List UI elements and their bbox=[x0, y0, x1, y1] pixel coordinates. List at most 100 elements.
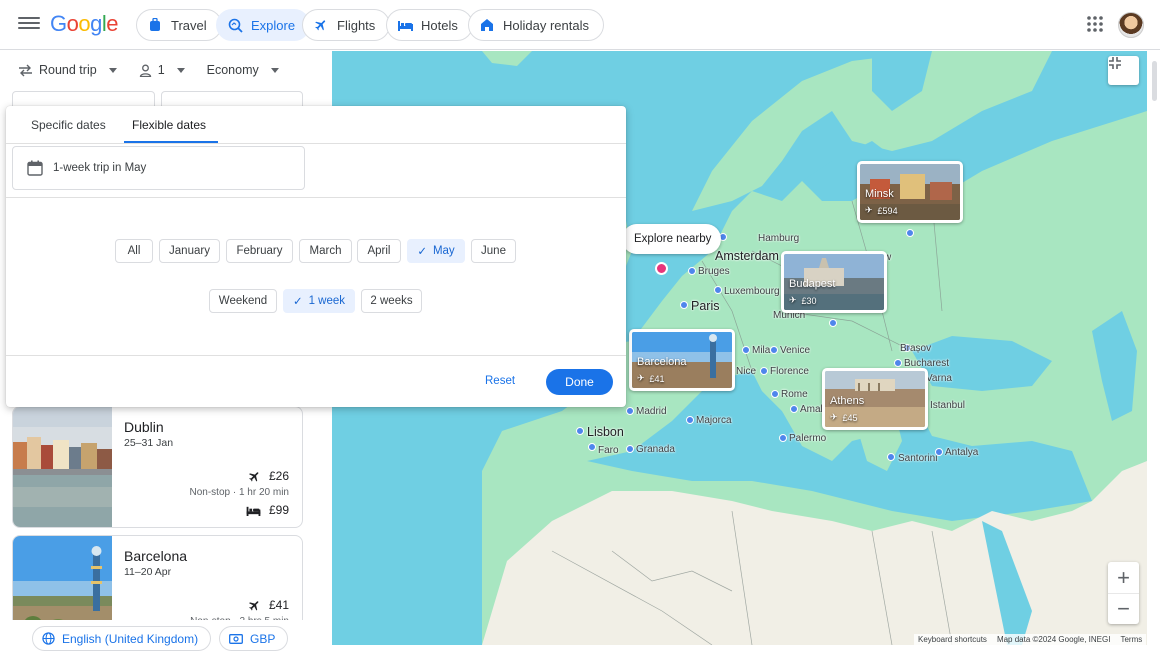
duration-chip-1-week[interactable]: ✓ 1 week bbox=[283, 289, 355, 313]
passengers-select[interactable]: 1 bbox=[139, 63, 185, 77]
explore-nearby-button[interactable]: Explore nearby bbox=[622, 224, 722, 254]
person-icon bbox=[139, 64, 151, 77]
airplane-icon: ✈ bbox=[637, 373, 645, 383]
apps-grid-icon[interactable] bbox=[1087, 16, 1103, 37]
map-dot[interactable] bbox=[576, 427, 584, 435]
map-dot[interactable] bbox=[790, 405, 798, 413]
google-logo[interactable]: Google bbox=[50, 11, 119, 37]
tab-specific-dates[interactable]: Specific dates bbox=[31, 118, 106, 132]
divider bbox=[6, 355, 626, 356]
dark-mode-icon[interactable] bbox=[1051, 12, 1067, 33]
map-card-minsk[interactable]: Minsk ✈ £594 bbox=[857, 161, 963, 223]
nav-holiday-rentals[interactable]: Holiday rentals bbox=[468, 9, 604, 41]
map-dot[interactable] bbox=[588, 443, 596, 451]
explore-icon bbox=[227, 17, 243, 33]
language-button[interactable]: English (United Kingdom) bbox=[32, 626, 212, 651]
cabin-class-select[interactable]: Economy bbox=[207, 63, 279, 77]
map-dot[interactable] bbox=[887, 453, 895, 461]
keyboard-shortcuts-link[interactable]: Keyboard shortcuts bbox=[918, 635, 987, 644]
map-data-credit: Map data ©2024 Google, INEGI bbox=[996, 635, 1111, 644]
checkmark-icon: ✓ bbox=[292, 296, 303, 308]
map-dot[interactable] bbox=[935, 448, 943, 456]
map-dot[interactable] bbox=[680, 301, 688, 309]
trip-type-select[interactable]: Round trip bbox=[18, 63, 117, 77]
map-label-majorca: Majorca bbox=[696, 415, 732, 426]
nav-hotels[interactable]: Hotels bbox=[386, 9, 473, 41]
nav-explore[interactable]: Explore bbox=[216, 9, 311, 41]
flight-duration: Non-stop · 1 hr 20 min bbox=[189, 487, 290, 498]
bed-icon bbox=[397, 17, 413, 33]
done-button[interactable]: Done bbox=[546, 369, 613, 395]
airplane-icon bbox=[249, 600, 259, 610]
collapse-icon bbox=[1109, 57, 1121, 69]
result-city: Dublin bbox=[124, 419, 164, 435]
collapse-map-button[interactable] bbox=[1108, 56, 1139, 85]
map-dot[interactable] bbox=[779, 434, 787, 442]
currency-button[interactable]: GBP bbox=[219, 626, 289, 651]
map-label-faro: Faro bbox=[598, 445, 619, 456]
reset-button[interactable]: Reset bbox=[485, 375, 515, 387]
flexible-trip-field[interactable]: 1-week trip in May bbox=[12, 146, 305, 190]
airplane-icon: ✈ bbox=[865, 205, 873, 215]
map-label-luxembourg: Luxembourg bbox=[724, 286, 780, 297]
map-dot[interactable] bbox=[906, 229, 914, 237]
month-chip-all[interactable]: All bbox=[115, 239, 153, 263]
result-card-dublin[interactable]: Dublin 25–31 Jan £26 Non-stop · 1 hr 20 … bbox=[12, 406, 303, 528]
month-chip-april[interactable]: April bbox=[357, 239, 401, 263]
globe-icon bbox=[42, 632, 55, 645]
map-label-istanbul: Istanbul bbox=[930, 400, 966, 411]
account-avatar[interactable] bbox=[1118, 12, 1144, 38]
map-dot[interactable] bbox=[626, 445, 634, 453]
map-attribution: Keyboard shortcuts Map data ©2024 Google… bbox=[914, 634, 1147, 645]
month-chip-january[interactable]: January bbox=[159, 239, 220, 263]
month-chip-february[interactable]: February bbox=[226, 239, 293, 263]
terms-link[interactable]: Terms bbox=[1120, 635, 1142, 644]
panel-footer: English (United Kingdom) GBP bbox=[0, 620, 332, 657]
zoom-controls: + − bbox=[1108, 562, 1139, 624]
map-dot[interactable] bbox=[742, 346, 750, 354]
zoom-in-button[interactable]: + bbox=[1117, 562, 1130, 593]
result-city: Barcelona bbox=[124, 548, 188, 564]
current-location-pin[interactable] bbox=[655, 262, 668, 275]
map-card-athens[interactable]: Athens ✈ £45 bbox=[822, 368, 928, 430]
map-label-granada: Granada bbox=[636, 444, 675, 455]
tab-flexible-dates[interactable]: Flexible dates bbox=[132, 118, 206, 132]
month-chip-march[interactable]: March bbox=[299, 239, 352, 263]
map-card-barcelona[interactable]: Barcelona ✈ £41 bbox=[629, 329, 735, 391]
map-dot[interactable] bbox=[688, 267, 696, 275]
airplane-icon: ✈ bbox=[830, 412, 838, 422]
map-dot[interactable] bbox=[829, 319, 837, 327]
chevron-down-icon bbox=[176, 67, 185, 73]
duration-chip-weekend[interactable]: Weekend bbox=[209, 289, 277, 313]
map-dot[interactable] bbox=[771, 390, 779, 398]
map-card-budapest[interactable]: Budapest ✈ £30 bbox=[781, 251, 887, 313]
main-menu-icon[interactable] bbox=[18, 14, 40, 36]
map-label-amsterdam: Amsterdam bbox=[715, 249, 779, 263]
nav-flights[interactable]: Flights bbox=[302, 9, 391, 41]
chevron-down-icon bbox=[108, 67, 117, 73]
search-options-row: Round trip 1 Economy bbox=[18, 63, 279, 77]
map-label-lisbon: Lisbon bbox=[587, 425, 624, 439]
duration-chip-2-weeks[interactable]: 2 weeks bbox=[361, 289, 422, 313]
airplane-icon: ✈ bbox=[789, 295, 797, 305]
map-label-paris: Paris bbox=[691, 299, 720, 313]
map-dot[interactable] bbox=[626, 407, 634, 415]
page-scrollbar[interactable] bbox=[1149, 51, 1160, 657]
month-chip-june[interactable]: June bbox=[471, 239, 516, 263]
map-dot[interactable] bbox=[770, 346, 778, 354]
map-label-nice: Nice bbox=[736, 366, 757, 377]
month-chip-may[interactable]: ✓ May bbox=[407, 239, 465, 263]
map-dot[interactable] bbox=[760, 367, 768, 375]
chevron-down-icon bbox=[270, 67, 279, 73]
flight-price: £41 bbox=[248, 598, 289, 612]
map-dot[interactable] bbox=[714, 286, 722, 294]
banknote-icon bbox=[229, 633, 243, 644]
map-dot[interactable] bbox=[686, 416, 694, 424]
zoom-out-button[interactable]: − bbox=[1108, 593, 1139, 624]
map-label-venice: Venice bbox=[780, 345, 811, 356]
airplane-icon bbox=[313, 17, 329, 33]
top-app-bar: Google Travel Explore Flights Hotels Hol… bbox=[0, 0, 1160, 50]
map-dot[interactable] bbox=[894, 359, 902, 367]
scrollbar-thumb[interactable] bbox=[1152, 61, 1157, 101]
nav-travel[interactable]: Travel bbox=[136, 9, 222, 41]
